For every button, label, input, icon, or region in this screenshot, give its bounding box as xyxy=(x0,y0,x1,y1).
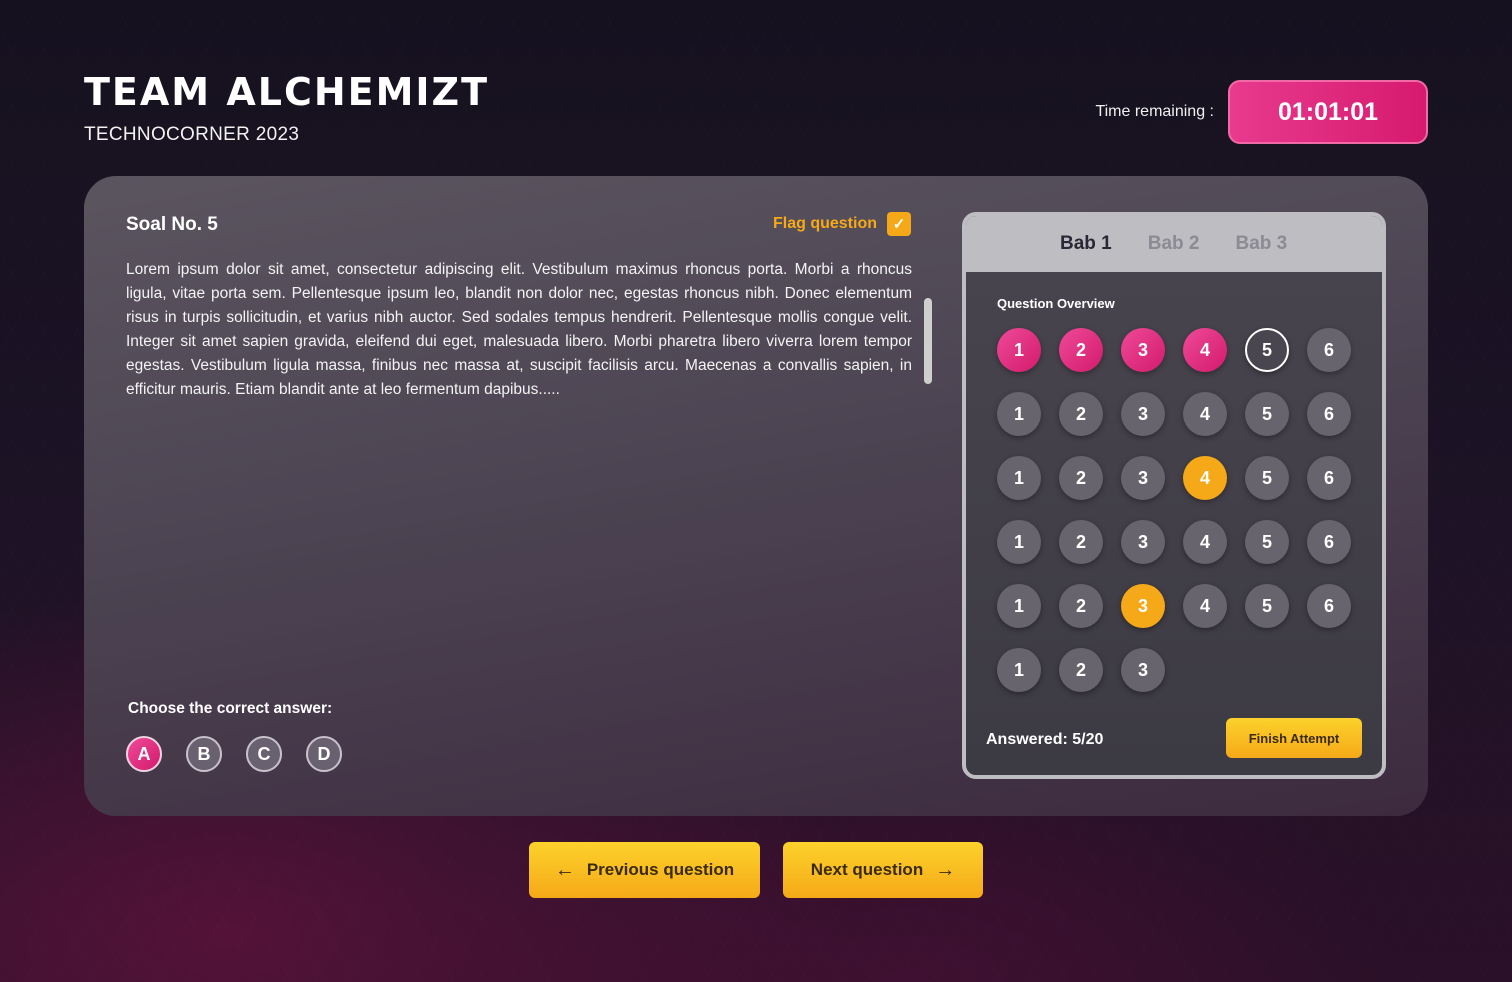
previous-question-label: Previous question xyxy=(586,860,735,879)
question-number-button[interactable]: 3 xyxy=(1121,648,1165,692)
tab-bab-2[interactable]: Bab 2 xyxy=(1148,233,1200,255)
flag-question-label: Flag question xyxy=(773,215,877,232)
next-question-button[interactable]: Next question → xyxy=(783,842,983,898)
timer-label: Time remaining : xyxy=(1095,103,1214,120)
question-grid: 123456123456123456123456123456123 xyxy=(997,328,1357,712)
timer-display: 01:01:01 xyxy=(1228,80,1428,144)
overview-title: Question Overview xyxy=(997,296,1115,311)
question-number-button[interactable]: 2 xyxy=(1059,584,1103,628)
finish-attempt-button[interactable]: Finish Attempt xyxy=(1226,718,1362,758)
question-number-button[interactable]: 1 xyxy=(997,392,1041,436)
question-grid-row: 123456 xyxy=(997,520,1357,564)
brand: TEAM ALCHEMIZT TECHNOCORNER 2023 xyxy=(84,72,489,146)
question-number-button[interactable]: 6 xyxy=(1307,392,1351,436)
flag-question-toggle[interactable]: Flag question ✓ xyxy=(773,212,911,236)
question-number-button[interactable]: 1 xyxy=(997,584,1041,628)
question-number-button[interactable]: 2 xyxy=(1059,456,1103,500)
question-grid-row: 123456 xyxy=(997,392,1357,436)
question-number-button[interactable]: 3 xyxy=(1121,392,1165,436)
question-grid-row: 123456 xyxy=(997,584,1357,628)
question-grid-row: 123456 xyxy=(997,328,1357,372)
question-number-button[interactable]: 2 xyxy=(1059,648,1103,692)
question-text: Lorem ipsum dolor sit amet, consectetur … xyxy=(126,261,912,398)
question-number-button[interactable]: 4 xyxy=(1183,392,1227,436)
check-icon: ✓ xyxy=(892,216,906,233)
question-number-button[interactable]: 4 xyxy=(1183,328,1227,372)
question-number-button[interactable]: 5 xyxy=(1245,520,1289,564)
previous-question-button[interactable]: ← Previous question xyxy=(529,842,760,898)
answered-count: Answered: 5/20 xyxy=(986,731,1104,748)
answer-options: ABCD xyxy=(126,736,342,772)
question-number-button[interactable]: 5 xyxy=(1245,392,1289,436)
question-title: Soal No. 5 xyxy=(126,214,218,235)
question-number-button[interactable]: 6 xyxy=(1307,520,1351,564)
question-number-button[interactable]: 6 xyxy=(1307,456,1351,500)
question-number-button[interactable]: 2 xyxy=(1059,328,1103,372)
question-number-button[interactable]: 5 xyxy=(1245,456,1289,500)
question-number-button[interactable]: 1 xyxy=(997,328,1041,372)
question-scrollbar[interactable] xyxy=(924,298,932,384)
question-number-button[interactable]: 6 xyxy=(1307,584,1351,628)
question-number-button[interactable]: 3 xyxy=(1121,328,1165,372)
question-number-button[interactable]: 4 xyxy=(1183,456,1227,500)
next-question-label: Next question xyxy=(810,860,924,879)
question-number-button[interactable]: 5 xyxy=(1245,328,1289,372)
question-number-button[interactable]: 1 xyxy=(997,520,1041,564)
answer-option-d[interactable]: D xyxy=(306,736,342,772)
answer-option-b[interactable]: B xyxy=(186,736,222,772)
question-number-button[interactable]: 1 xyxy=(997,456,1041,500)
team-title: TEAM ALCHEMIZT xyxy=(84,70,490,114)
arrow-right-icon: → xyxy=(935,859,956,881)
answer-prompt: Choose the correct answer: xyxy=(128,700,333,717)
question-grid-row: 123456 xyxy=(997,456,1357,500)
question-number-button[interactable]: 3 xyxy=(1121,456,1165,500)
question-grid-row: 123 xyxy=(997,648,1357,692)
answer-option-c[interactable]: C xyxy=(246,736,282,772)
question-number-button[interactable]: 4 xyxy=(1183,520,1227,564)
event-subtitle: TECHNOCORNER 2023 xyxy=(84,124,300,145)
question-number-button[interactable]: 3 xyxy=(1121,520,1165,564)
question-number-button[interactable]: 6 xyxy=(1307,328,1351,372)
arrow-left-icon: ← xyxy=(554,859,575,881)
chapter-tabs: Bab 1 Bab 2 Bab 3 xyxy=(966,216,1382,272)
question-number-button[interactable]: 2 xyxy=(1059,392,1103,436)
flag-checkbox[interactable]: ✓ xyxy=(887,212,911,236)
question-number-button[interactable]: 4 xyxy=(1183,584,1227,628)
question-overview-panel: Bab 1 Bab 2 Bab 3 Question Overview 123456… xyxy=(962,212,1386,779)
question-number-button[interactable]: 1 xyxy=(997,648,1041,692)
tab-bab-3[interactable]: Bab 3 xyxy=(1236,233,1288,255)
question-card: Soal No. 5 Flag question ✓ Lorem ipsum d… xyxy=(84,176,1428,816)
question-number-button[interactable]: 3 xyxy=(1121,584,1165,628)
timer-area: Time remaining : 01:01:01 xyxy=(1095,80,1428,144)
tab-bab-1[interactable]: Bab 1 xyxy=(1060,233,1112,255)
question-number-button[interactable]: 5 xyxy=(1245,584,1289,628)
question-number-button[interactable]: 2 xyxy=(1059,520,1103,564)
answer-option-a[interactable]: A xyxy=(126,736,162,772)
